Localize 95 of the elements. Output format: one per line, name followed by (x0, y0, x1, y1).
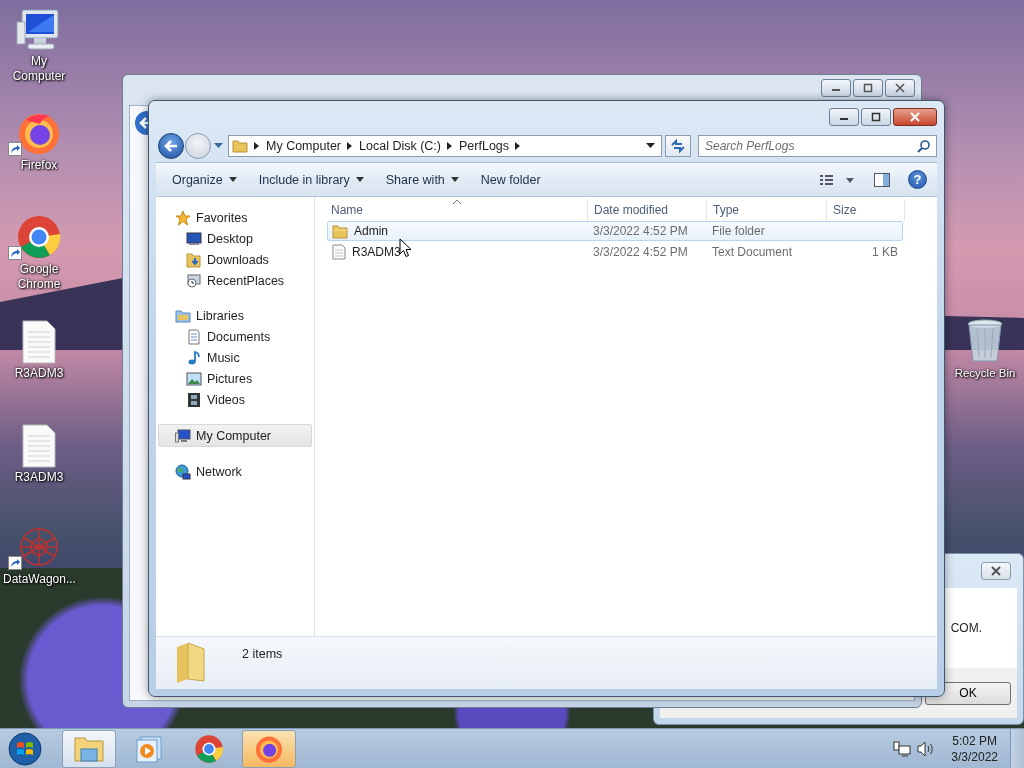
close-button[interactable] (893, 108, 937, 126)
picture-icon (186, 370, 202, 387)
file-name: Admin (354, 224, 388, 238)
breadcrumb-item[interactable]: My Computer (266, 139, 342, 153)
recent-places-icon (186, 272, 202, 289)
navigation-item[interactable]: Network (156, 461, 314, 482)
desktop-icon-label[interactable]: R3ADM3 (3, 470, 75, 485)
shortcut-arrow-icon (8, 246, 22, 260)
taskbar-button[interactable] (62, 729, 116, 768)
toolbar-button[interactable]: New folder (472, 168, 549, 191)
close-icon (989, 566, 1003, 576)
chrome-icon[interactable] (16, 214, 62, 260)
desktop-icon-label[interactable]: DataWagon... (3, 572, 75, 587)
dropdown-arrow-icon[interactable] (646, 143, 655, 149)
taskbar-button[interactable] (242, 729, 296, 768)
close-icon (908, 112, 922, 122)
navigation-item[interactable]: Pictures (156, 368, 314, 389)
refresh-button[interactable] (665, 135, 691, 157)
navigation-item[interactable]: Libraries (156, 305, 314, 326)
clock-date[interactable]: 3/3/2022 (951, 748, 998, 765)
network-icon[interactable] (893, 740, 912, 757)
file-row[interactable]: R3ADM3 3/3/2022 4:52 PM Text Document 1 KB (327, 242, 903, 262)
chrome-icon (194, 733, 224, 764)
computer-icon (175, 427, 191, 444)
library-icon (175, 307, 191, 324)
breadcrumb-item[interactable]: Local Disk (C:) (359, 139, 441, 153)
caret-icon (450, 177, 459, 182)
document-icon (186, 328, 202, 345)
text-file-icon[interactable] (21, 424, 57, 468)
refresh-icon (670, 139, 686, 153)
navigation-item[interactable]: Music (156, 347, 314, 368)
media-player-icon (135, 734, 163, 763)
text-file-icon[interactable] (21, 320, 57, 364)
windows-logo-icon (8, 731, 42, 766)
shortcut-arrow-icon (8, 142, 22, 156)
search-field[interactable]: Search PerfLogs (698, 135, 937, 157)
star-icon (175, 209, 191, 226)
folder-icon (332, 223, 348, 239)
caret-icon (228, 177, 237, 182)
breadcrumb-arrow-icon[interactable] (254, 142, 260, 150)
navigation-item[interactable]: My Computer (158, 424, 312, 447)
toolbar-button[interactable]: Include in library (250, 168, 372, 191)
clock-time[interactable]: 5:02 PM (952, 732, 997, 749)
desktop-icon-label[interactable]: My Computer (3, 54, 75, 84)
computer-icon[interactable] (16, 8, 62, 52)
maximize-button[interactable] (861, 108, 891, 126)
folder-icon (232, 139, 248, 153)
type-cell-text: Text Document (711, 245, 794, 259)
size-cell-text: 1 KB (871, 245, 898, 259)
toolbar-button[interactable]: Share with (377, 168, 467, 191)
download-folder-icon (186, 251, 202, 268)
file-row[interactable]: Admin 3/3/2022 4:52 PM File folder (327, 221, 903, 241)
maximize-icon (870, 112, 882, 122)
navigation-item[interactable]: Desktop (156, 228, 314, 249)
back-button[interactable] (158, 133, 184, 159)
folder-icon (72, 734, 106, 763)
date-cell-text: 3/3/2022 4:52 PM (592, 224, 689, 238)
close-button[interactable] (885, 79, 915, 97)
navigation-item[interactable]: Favorites (156, 207, 314, 228)
breadcrumb-arrow-icon[interactable] (447, 142, 453, 150)
navigation-item[interactable]: RecentPlaces (156, 270, 314, 291)
trash-bin-icon[interactable] (966, 318, 1004, 364)
minimize-button[interactable] (829, 108, 859, 126)
breadcrumb-arrow-icon[interactable] (515, 142, 522, 150)
item-count: 2 items (242, 647, 283, 661)
navigation-item[interactable]: Downloads (156, 249, 314, 270)
text-file-icon (332, 244, 346, 260)
breadcrumb-arrow-icon[interactable] (347, 142, 354, 150)
maximize-button[interactable] (853, 79, 883, 97)
film-strip-icon (186, 391, 202, 408)
toolbar-button[interactable]: Organize (164, 168, 245, 191)
type-cell-text: File folder (711, 224, 766, 238)
mouse-pointer-icon (399, 238, 412, 258)
dialog-message: COM. (950, 621, 982, 635)
close-button[interactable] (981, 562, 1011, 580)
shortcut-arrow-icon (8, 556, 22, 570)
minimize-button[interactable] (821, 79, 851, 97)
help-button[interactable]: ? (908, 170, 927, 189)
search-icon[interactable] (917, 139, 931, 153)
list-view-icon (820, 173, 856, 186)
volume-icon[interactable] (917, 740, 936, 757)
caret-icon (355, 177, 364, 182)
back-arrow-icon (163, 139, 179, 153)
music-note-icon (186, 349, 202, 366)
network-globe-icon (175, 463, 191, 480)
navigation-item[interactable]: Videos (156, 389, 314, 410)
pane-icon (874, 172, 890, 187)
date-cell-text: 3/3/2022 4:52 PM (592, 245, 689, 259)
navigation-item[interactable]: Documents (156, 326, 314, 347)
address-bar[interactable]: My Computer Local Disk (C:) PerfLogs (228, 135, 662, 157)
close-icon (894, 83, 906, 93)
file-name: R3ADM3 (352, 245, 401, 259)
maximize-icon (862, 83, 874, 93)
desktop-icon (186, 230, 202, 247)
breadcrumb-item[interactable]: PerfLogs (459, 139, 510, 153)
